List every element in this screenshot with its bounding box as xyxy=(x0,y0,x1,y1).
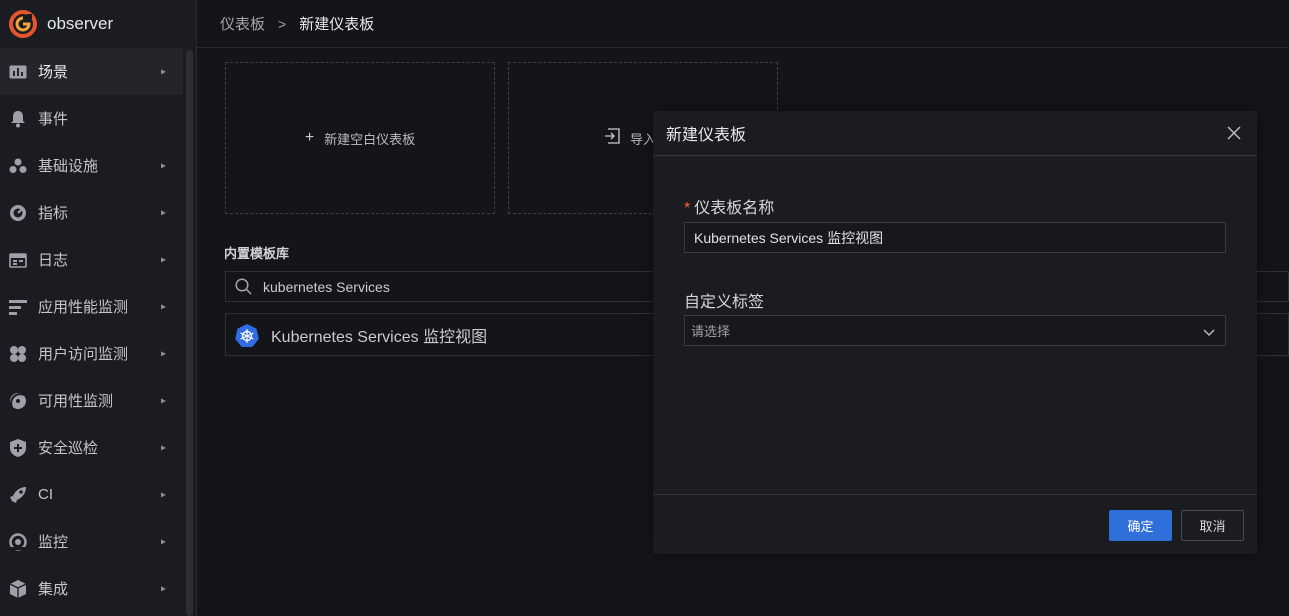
sidebar-item-infrastructure[interactable]: 基础设施 ▸ xyxy=(0,142,183,189)
sidebar-item-integration[interactable]: 集成 ▸ xyxy=(0,565,183,612)
gauge-icon xyxy=(8,203,28,223)
sidebar-item-label: 指标 xyxy=(38,205,69,222)
template-item-label: Kubernetes Services 监控视图 xyxy=(271,328,488,346)
sidebar: observer 场景 ▸ 事件 基础设施 ▸ 指标 ▸ 日志 ▸ 应用性能监测… xyxy=(0,0,197,616)
logo[interactable]: observer xyxy=(0,0,196,48)
sidebar-item-label: 日志 xyxy=(38,252,69,269)
sidebar-item-events[interactable]: 事件 xyxy=(0,95,183,142)
chevron-right-icon: ▸ xyxy=(160,207,166,218)
chevron-right-icon: ▸ xyxy=(160,583,166,594)
sidebar-item-monitor[interactable]: 监控 ▸ xyxy=(0,518,183,565)
dashboard-name-value: Kubernetes Services 监控视图 xyxy=(694,229,884,246)
app-name: observer xyxy=(47,14,114,33)
sidebar-item-scene[interactable]: 场景 ▸ xyxy=(0,48,183,95)
sidebar-item-security[interactable]: 安全巡检 ▸ xyxy=(0,424,183,471)
modal-title: 新建仪表板 xyxy=(666,127,747,144)
sidebar-scrollbar[interactable] xyxy=(186,50,193,616)
sidebar-item-label: 用户访问监测 xyxy=(38,346,129,363)
new-blank-dashboard-card[interactable]: + 新建空白仪表板 xyxy=(225,62,495,214)
new-dashboard-modal: 新建仪表板 * 仪表板名称 Kubernetes Services 监控视图 自定… xyxy=(653,111,1257,554)
apm-icon xyxy=(8,297,28,317)
sidebar-item-ci[interactable]: CI ▸ xyxy=(0,471,183,518)
cubes-icon xyxy=(8,156,28,176)
chevron-right-icon: ▸ xyxy=(160,301,166,312)
new-blank-dashboard-label: 新建空白仪表板 xyxy=(324,131,416,147)
satellite-icon xyxy=(8,391,28,411)
sidebar-item-label: 安全巡检 xyxy=(38,440,99,457)
sidebar-item-label: 可用性监测 xyxy=(38,393,114,410)
chevron-right-icon: ▸ xyxy=(160,489,166,500)
required-mark: * xyxy=(684,200,691,217)
confirm-button[interactable]: 确定 xyxy=(1109,510,1172,541)
sidebar-item-label: 场景 xyxy=(38,64,69,81)
template-library-title: 内置模板库 xyxy=(224,246,290,261)
search-icon xyxy=(235,278,255,295)
sidebar-item-rum[interactable]: 用户访问监测 ▸ xyxy=(0,330,183,377)
chevron-right-icon: ▸ xyxy=(160,442,166,453)
chevron-right-icon: ▸ xyxy=(160,536,166,547)
kubernetes-icon xyxy=(235,323,259,347)
breadcrumb: 仪表板 > 新建仪表板 xyxy=(197,0,1289,48)
chevron-right-icon: ▸ xyxy=(160,66,166,77)
dashboard-name-label: * 仪表板名称 xyxy=(684,194,774,218)
template-search-value: kubernetes Services xyxy=(263,278,390,295)
chevron-down-icon xyxy=(1203,325,1215,340)
dashboard-name-input[interactable]: Kubernetes Services 监控视图 xyxy=(684,222,1226,253)
dashboard-icon xyxy=(8,62,28,82)
breadcrumb-dashboards-link[interactable]: 仪表板 xyxy=(220,13,265,34)
close-icon[interactable] xyxy=(1224,123,1244,143)
sidebar-item-logs[interactable]: 日志 ▸ xyxy=(0,236,183,283)
breadcrumb-separator: > xyxy=(278,15,287,32)
sidebar-item-label: 集成 xyxy=(38,581,69,598)
app-root: observer 场景 ▸ 事件 基础设施 ▸ 指标 ▸ 日志 ▸ 应用性能监测… xyxy=(0,0,1289,616)
monitor-icon xyxy=(8,532,28,552)
modal-header: 新建仪表板 xyxy=(653,111,1257,156)
import-icon xyxy=(604,127,620,149)
sidebar-item-label: 监控 xyxy=(38,534,69,551)
custom-tags-select[interactable]: 请选择 xyxy=(684,315,1226,346)
users-icon xyxy=(8,344,28,364)
breadcrumb-current: 新建仪表板 xyxy=(299,16,375,33)
chevron-right-icon: ▸ xyxy=(160,160,166,171)
chevron-right-icon: ▸ xyxy=(160,254,166,265)
custom-tags-placeholder: 请选择 xyxy=(691,324,731,339)
calendar-icon xyxy=(8,250,28,270)
chevron-right-icon: ▸ xyxy=(160,395,166,406)
custom-tags-label: 自定义标签 xyxy=(684,294,765,311)
sidebar-item-availability[interactable]: 可用性监测 ▸ xyxy=(0,377,183,424)
shield-icon xyxy=(8,438,28,458)
observer-logo-icon xyxy=(9,10,37,38)
sidebar-item-label: 应用性能监测 xyxy=(38,299,129,316)
bell-icon xyxy=(8,109,28,129)
cancel-button[interactable]: 取消 xyxy=(1181,510,1244,541)
rocket-icon xyxy=(8,485,28,505)
sidebar-item-metrics[interactable]: 指标 ▸ xyxy=(0,189,183,236)
sidebar-item-label: 事件 xyxy=(38,111,69,128)
sidebar-nav: 场景 ▸ 事件 基础设施 ▸ 指标 ▸ 日志 ▸ 应用性能监测 ▸ 用户访问监测… xyxy=(0,48,183,612)
plus-icon: + xyxy=(304,129,315,146)
box-icon xyxy=(8,579,28,599)
chevron-right-icon: ▸ xyxy=(160,348,166,359)
sidebar-item-label: CI xyxy=(38,486,53,503)
sidebar-item-apm[interactable]: 应用性能监测 ▸ xyxy=(0,283,183,330)
modal-footer: 确定 取消 xyxy=(653,494,1257,554)
sidebar-item-label: 基础设施 xyxy=(38,158,99,175)
dashboard-name-label-text: 仪表板名称 xyxy=(694,200,775,217)
